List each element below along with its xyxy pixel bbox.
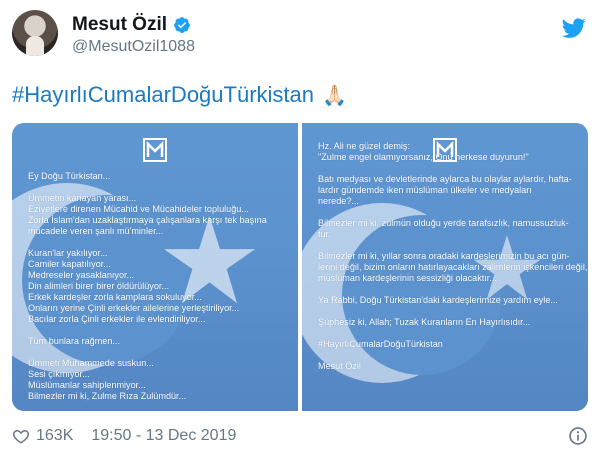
left_panel-line: Ey Doğu Türkistan... [28, 171, 111, 181]
right_panel-line: Batı medyası ve devletlerinde aylarca bu… [318, 174, 572, 184]
avatar[interactable] [12, 10, 58, 56]
left_panel-line: Din alimleri birer birer öldürülüyor... [28, 281, 170, 291]
twitter-bird-icon[interactable] [562, 16, 586, 40]
left_panel-line: Müslümanlar sahiplenmiyor... [28, 380, 146, 390]
right_panel-line: Bilmezler mi ki, yıllar sonra oradaki ka… [318, 251, 570, 261]
right_panel-line: Bilmezler mi ki, zulmün olduğu yerde tar… [318, 218, 569, 228]
left_panel-line [28, 325, 284, 336]
logo-icon [143, 138, 167, 162]
right_panel-line [318, 328, 574, 339]
right_panel-line: Hz. Ali ne güzel demiş: [318, 141, 410, 151]
right_panel-line [318, 284, 574, 295]
left_panel-line [28, 237, 284, 248]
right_panel-line: "Zulme engel olamıyorsanız, Onu herkese … [318, 152, 529, 162]
like-count[interactable]: 163K [36, 427, 73, 445]
right_panel-line [318, 350, 574, 361]
left_panel-line: Eziyetlere direnen Mücahid ve Mücahidele… [28, 204, 249, 214]
hashtag-link[interactable]: #HayırlıCumalarDoğuTürkistan [12, 82, 314, 108]
right_panel-line [318, 240, 574, 251]
left_panel-line: Ümmeti Muhammede suskun... [28, 358, 154, 368]
left_panel-line [28, 182, 284, 193]
timestamp[interactable]: 19:50 - 13 Dec 2019 [91, 427, 236, 445]
heart-icon[interactable] [12, 427, 30, 445]
left_panel-line: Kuran'lar yakılıyor... [28, 248, 108, 258]
left_panel-line [28, 347, 284, 358]
right_panel-line: tur. [318, 229, 331, 239]
info-icon[interactable] [568, 426, 588, 446]
left_panel-line: Bacılar zorla Çinli erkekler ile evlendi… [28, 314, 206, 324]
verified-badge-icon [174, 17, 190, 33]
left_panel-line: Ümmetin kanayan yarası... [28, 193, 137, 203]
left_panel-line: Camiler kapatılıyor... [28, 259, 111, 269]
left_panel-line: Bilmezler mi ki, Zulme Rıza Zulümdür... [28, 391, 187, 401]
tweet-media[interactable]: Ey Doğu Türkistan... Ümmetin kanayan yara… [12, 123, 588, 411]
right_panel-line [318, 306, 574, 317]
left_panel-line: Tüm bunlara rağmen... [28, 336, 120, 346]
tweet-header: Mesut Özil @MesutOzil1088 [12, 10, 588, 66]
right_panel-line [318, 207, 574, 218]
left_panel-line: Erkek kardeşler zorla kamplara sokuluyor… [28, 292, 202, 302]
right_panel-line: #HayırlıCumalarDoğuTürkistan [318, 339, 443, 349]
left_panel-line: Sesi çıkmıyor... [28, 369, 90, 379]
right_panel-line [318, 163, 574, 174]
right_panel-line: Ya Rabbi, Doğu Türkistan'daki kardeşleri… [318, 295, 558, 305]
media-image-left[interactable]: Ey Doğu Türkistan... Ümmetin kanayan yara… [12, 123, 298, 411]
tweet-text: #HayırlıCumalarDoğuTürkistan 🙏🏻 [12, 82, 347, 108]
right_panel-line: lardır gündemde iken müslüman ülkeler ve… [318, 185, 532, 195]
author-handle[interactable]: @MesutOzil1088 [72, 38, 195, 56]
right_panel-line: lerini değil, bizim onların hatırlayacak… [318, 262, 588, 272]
left_panel-line: mücadele veren şanlı mü'minler... [28, 226, 164, 236]
praying-hands-icon: 🙏🏻 [322, 84, 347, 107]
tweet-footer: 163K 19:50 - 13 Dec 2019 [12, 424, 588, 448]
right_panel-line: Mesut Özil [318, 361, 361, 371]
left_panel-line: Onların yerine Çinli erkekler ailelerine… [28, 303, 240, 313]
media-image-right[interactable]: Hz. Ali ne güzel demiş: "Zulme engel olam… [302, 123, 588, 411]
left_panel-line: Medreseler yasaklanıyor... [28, 270, 135, 280]
left_panel-line: Zorla İslam'dan uzaklaştırmaya çalışanla… [28, 215, 267, 225]
author-name-row[interactable]: Mesut Özil [72, 14, 191, 36]
left-panel-text: Ey Doğu Türkistan... Ümmetin kanayan yara… [28, 171, 284, 402]
right-panel-text: Hz. Ali ne güzel demiş: "Zulme engel olam… [318, 141, 588, 372]
right_panel-line: müslüman kardeşlerinin sessizliği olacak… [318, 273, 497, 283]
right_panel-line: nerede?... [318, 196, 359, 206]
display-name[interactable]: Mesut Özil [72, 14, 167, 36]
right_panel-line: Şüphesiz ki, Allah; Tuzak Kuranların En … [318, 317, 531, 327]
